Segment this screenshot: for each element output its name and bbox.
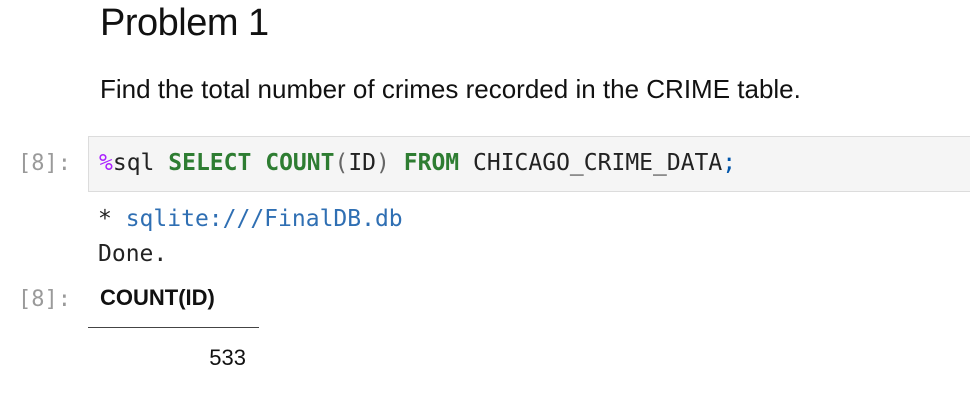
sql-terminator: ; [722,150,737,176]
output-prompt: [8]: [18,287,71,312]
status-text: Done. [98,241,168,267]
table-header-divider [88,327,259,328]
sql-open-paren: ( [334,150,349,176]
sql-column: ID [348,150,377,176]
sql-count-function: COUNT [265,150,335,176]
sql-code[interactable]: %sql SELECT COUNT(ID) FROM CHICAGO_CRIME… [99,150,736,176]
markdown-paragraph: Find the total number of crimes recorded… [100,74,801,104]
sql-table-name: CHICAGO_CRIME_DATA [473,150,723,176]
result-column-header: COUNT(ID) [100,285,215,310]
markdown-heading: Problem 1 [100,2,269,44]
result-cell: 533 [209,345,246,370]
sql-magic-symbol: % [99,150,113,176]
bullet-asterisk: * [98,206,126,232]
sql-close-paren: ) [376,150,390,176]
input-prompt: [8]: [18,151,71,176]
sql-select-keyword: SELECT [168,150,252,176]
sql-magic-name: sql [112,150,155,176]
connection-line: * sqlite:///FinalDB.db [98,206,403,232]
connection-string: sqlite:///FinalDB.db [125,206,403,232]
code-input-area[interactable]: %sql SELECT COUNT(ID) FROM CHICAGO_CRIME… [88,136,970,192]
sql-from-keyword: FROM [403,150,460,176]
